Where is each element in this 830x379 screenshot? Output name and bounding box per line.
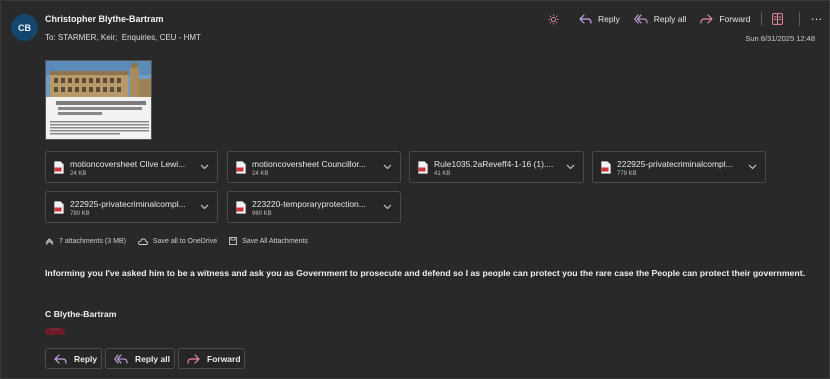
sun-icon (548, 13, 559, 25)
footer-reply-button[interactable]: Reply (45, 348, 102, 369)
pdf-file-icon (54, 201, 64, 214)
attachment-count: 7 attachments (3 MB) (59, 237, 126, 245)
more-actions-button[interactable]: ··· (812, 14, 824, 24)
chevron-down-icon[interactable] (383, 204, 392, 210)
chevron-down-icon[interactable] (200, 164, 209, 170)
attachment-name: motioncoversheet Clive Lewi... (70, 159, 186, 169)
sender-avatar[interactable]: CB (11, 14, 38, 41)
reply-icon (579, 14, 592, 24)
sensitivity-button[interactable] (548, 13, 565, 25)
attachment-size: 780 KB (70, 211, 90, 217)
signature: C Blythe-Bartram (45, 309, 117, 319)
attachment-card[interactable]: 222925-privatecriminalcompl... 780 KB (45, 191, 218, 223)
recipients-line: To: STARMER, Keir; Enquiries, CEU - HMT (45, 33, 201, 42)
footer-forward-label: Forward (207, 353, 241, 364)
building-photo-image (46, 61, 151, 139)
attachment-size: 779 KB (617, 171, 637, 177)
reply-icon (54, 353, 67, 364)
collapse-attachments-button[interactable]: 7 attachments (3 MB) (45, 238, 126, 245)
chevron-down-icon[interactable] (383, 164, 392, 170)
pdf-file-icon (236, 201, 246, 214)
attachment-name: Rule1035.2aReveff4-1-16 (1).... (434, 159, 554, 169)
attachment-size: 24 KB (70, 171, 87, 177)
reply-button[interactable]: Reply (579, 14, 620, 24)
attachment-size: 24 KB (252, 171, 269, 177)
forward-button[interactable]: Forward (700, 14, 751, 24)
footer-reply-label: Reply (74, 353, 98, 364)
save-onedrive-button[interactable]: Save all to OneDrive (137, 237, 218, 245)
chevron-down-icon[interactable] (200, 204, 209, 210)
pdf-file-icon (236, 161, 246, 174)
pdf-file-icon (418, 161, 428, 174)
chevron-down-icon[interactable] (748, 164, 757, 170)
reply-label: Reply (597, 14, 620, 24)
message-toolbar: Reply Reply all Forward ··· (534, 11, 823, 27)
save-onedrive-label: Save all to OneDrive (152, 237, 218, 245)
forward-icon (187, 353, 200, 364)
message-body: Informing you I've asked him to be a wit… (45, 268, 806, 278)
reply-all-icon (114, 353, 128, 364)
attachment-card[interactable]: motioncoversheet Councillor... 24 KB (227, 151, 401, 183)
toolbar-divider (760, 12, 762, 26)
attachment-name: 223220-temporaryprotection... (252, 199, 366, 209)
pdf-file-icon (54, 161, 64, 174)
save-icon (229, 237, 238, 245)
attachment-size: 960 KB (252, 211, 272, 217)
footer-reply-all-button[interactable]: Reply all (105, 348, 175, 369)
save-all-label: Save All Attachments (242, 237, 308, 245)
show-more-button[interactable]: ··· (45, 326, 65, 335)
attachment-name: 222925-privatecriminalcompl... (70, 199, 186, 209)
attachment-actions: 7 attachments (3 MB) Save all to OneDriv… (45, 237, 320, 245)
inline-image-thumbnail[interactable] (45, 60, 152, 140)
sent-date: Sun 8/31/2025 12:48 (745, 34, 815, 43)
sender-name[interactable]: Christopher Blythe-Bartram (45, 14, 164, 24)
attachment-card[interactable]: Rule1035.2aReveff4-1-16 (1).... 41 KB (409, 151, 584, 183)
email-reading-pane: CB Christopher Blythe-Bartram To: STARME… (0, 0, 830, 379)
footer-forward-button[interactable]: Forward (178, 348, 245, 369)
attachment-name: 222925-privatecriminalcompl... (617, 159, 733, 169)
pdf-file-icon (601, 161, 611, 174)
toolbar-divider (798, 12, 800, 26)
reply-all-icon (633, 14, 648, 24)
attachment-card[interactable]: 223220-temporaryprotection... 960 KB (227, 191, 401, 223)
attachment-card[interactable]: motioncoversheet Clive Lewi... 24 KB (45, 151, 218, 183)
to-label: To: (45, 33, 56, 42)
footer-reply-all-label: Reply all (135, 353, 170, 364)
chevron-down-icon[interactable] (566, 164, 575, 170)
recipients-value[interactable]: STARMER, Keir; Enquiries, CEU - HMT (58, 33, 201, 42)
cloud-icon (137, 238, 148, 245)
save-all-button[interactable]: Save All Attachments (229, 237, 308, 245)
reply-all-label: Reply all (653, 14, 687, 24)
reply-all-button[interactable]: Reply all (633, 14, 687, 24)
attachment-name: motioncoversheet Councillor... (252, 159, 366, 169)
immersive-reader-button[interactable] (771, 13, 789, 25)
chevron-up-icon (45, 237, 54, 245)
forward-label: Forward (719, 14, 751, 24)
forward-icon (700, 14, 713, 24)
attachment-card[interactable]: 222925-privatecriminalcompl... 779 KB (592, 151, 766, 183)
attachment-size: 41 KB (434, 171, 451, 177)
reader-icon (771, 13, 783, 25)
